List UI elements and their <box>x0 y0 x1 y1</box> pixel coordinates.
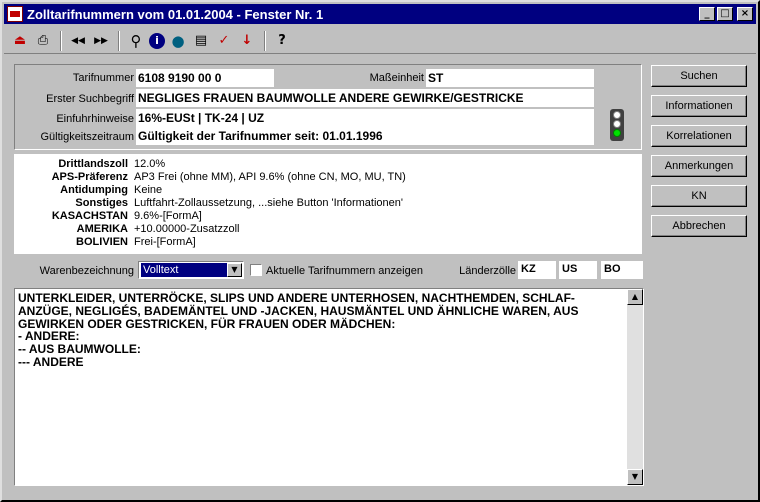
traffic-light-icon <box>610 109 624 141</box>
duty-row: KASACHSTAN 9.6%-[FormA] <box>14 210 202 223</box>
korrelationen-button[interactable]: Korrelationen <box>651 125 747 147</box>
globe-icon[interactable]: ● <box>168 31 188 51</box>
duty-label: Sonstiges <box>75 197 128 209</box>
duty-value: Keine <box>134 184 163 196</box>
duty-row: Drittlandszoll 12.0% <box>14 158 165 171</box>
duty-row: Sonstiges Luftfahrt-Zollaussetzung, ...s… <box>14 197 403 210</box>
duty-value: AP3 Frei (ohne MM), API 9.6% (ohne CN, M… <box>134 171 406 183</box>
scroll-down-icon[interactable]: ▼ <box>627 469 643 485</box>
duties-panel: Drittlandszoll 12.0% APS-Präferenz AP3 F… <box>14 154 642 254</box>
aktuelle-tarifnummern-checkbox[interactable] <box>250 264 262 276</box>
country-field-bo[interactable]: BO <box>601 261 643 279</box>
close-button[interactable]: × <box>737 7 753 21</box>
einfuhr-field[interactable]: 16%-EUSt | TK-24 | UZ <box>136 109 594 127</box>
suchen-button[interactable]: Suchen <box>651 65 747 87</box>
duty-row: AMERIKA +10.00000-Zusatzzoll <box>14 223 240 236</box>
spellcheck-icon[interactable]: ✓ <box>214 31 234 51</box>
tarifnummer-field[interactable]: 6108 9190 00 0 <box>136 69 274 87</box>
duty-row: APS-Präferenz AP3 Frei (ohne MM), API 9.… <box>14 171 406 184</box>
description-textarea[interactable]: UNTERKLEIDER, UNTERRÖCKE, SLIPS UND ANDE… <box>14 288 644 486</box>
duty-row: Antidumping Keine <box>14 184 162 197</box>
duty-label: Drittlandszoll <box>58 158 128 170</box>
gueltig-field[interactable]: Gültigkeit der Tarifnummer seit: 01.01.1… <box>136 127 594 145</box>
comment-icon[interactable]: ▤ <box>191 31 211 51</box>
masseinheit-label: Maßeinheit <box>369 72 424 84</box>
warenbezeichnung-label: Warenbezeichnung <box>39 265 134 277</box>
laenderzoelle-label: Länderzölle <box>459 265 516 277</box>
duty-value: +10.00000-Zusatzzoll <box>134 223 240 235</box>
print-icon[interactable]: ⎙ <box>33 31 53 51</box>
toolbar: ⏏ ⎙ ◀◀ ▶▶ ⚲ i ● ▤ ✓ ↓ ? <box>4 28 756 54</box>
traffic-lamp-icon <box>613 129 621 137</box>
chevron-down-icon[interactable]: ▼ <box>227 263 242 277</box>
warenbezeichnung-select[interactable]: Volltext ▼ <box>138 261 244 279</box>
forward-icon[interactable]: ▶▶ <box>91 31 111 51</box>
country-field-us[interactable]: US <box>559 261 597 279</box>
traffic-lamp-icon <box>613 111 621 119</box>
duty-label: APS-Präferenz <box>51 171 128 183</box>
suchbegriff-field[interactable]: NEGLIGES FRAUEN BAUMWOLLE ANDERE GEWIRKE… <box>136 89 594 107</box>
toolbar-separator <box>118 30 120 51</box>
back-icon[interactable]: ◀◀ <box>68 31 88 51</box>
anmerkungen-button[interactable]: Anmerkungen <box>651 155 747 177</box>
toolbar-separator <box>264 30 266 51</box>
duty-label: BOLIVIEN <box>76 236 128 248</box>
masseinheit-field[interactable]: ST <box>426 69 594 87</box>
country-field-kz[interactable]: KZ <box>518 261 556 279</box>
duty-label: AMERIKA <box>76 223 128 235</box>
duty-label: KASACHSTAN <box>51 210 128 222</box>
import-icon[interactable]: ⏏ <box>10 31 30 51</box>
duty-value: Luftfahrt-Zollaussetzung, ...siehe Butto… <box>134 197 403 209</box>
help-icon[interactable]: ? <box>272 31 292 51</box>
title-bar[interactable]: Zolltarifnummern vom 01.01.2004 - Fenste… <box>4 4 756 24</box>
duty-value: Frei-[FormA] <box>134 236 196 248</box>
maximize-button[interactable]: □ <box>717 7 733 21</box>
abbrechen-button[interactable]: Abbrechen <box>651 215 747 237</box>
sort-icon[interactable]: ↓ <box>237 31 257 51</box>
checkbox-label[interactable]: Aktuelle Tarifnummern anzeigen <box>266 265 423 277</box>
duty-value: 12.0% <box>134 158 166 170</box>
tarifnummer-label: Tarifnummer <box>72 72 134 84</box>
search-icon[interactable]: ⚲ <box>126 31 146 51</box>
duty-label: Antidumping <box>60 184 128 196</box>
kn-button[interactable]: KN <box>651 185 747 207</box>
duty-row: BOLIVIEN Frei-[FormA] <box>14 236 196 249</box>
description-text[interactable]: UNTERKLEIDER, UNTERRÖCKE, SLIPS UND ANDE… <box>18 292 626 369</box>
traffic-lamp-icon <box>613 120 621 128</box>
app-icon[interactable] <box>7 6 23 22</box>
minimize-button[interactable]: _ <box>699 7 715 21</box>
toolbar-separator <box>60 30 62 51</box>
einfuhr-label: Einfuhrhinweise <box>56 113 134 125</box>
vertical-scrollbar[interactable]: ▲ ▼ <box>627 289 643 485</box>
gueltig-label: Gültigkeitszeitraum <box>40 131 134 143</box>
select-value: Volltext <box>141 263 227 277</box>
scroll-up-icon[interactable]: ▲ <box>627 289 643 305</box>
suchbegriff-label: Erster Suchbegriff <box>46 93 134 105</box>
duty-value: 9.6%-[FormA] <box>134 210 202 222</box>
window-title: Zolltarifnummern vom 01.01.2004 - Fenste… <box>27 6 324 22</box>
info-icon[interactable]: i <box>149 32 165 49</box>
informationen-button[interactable]: Informationen <box>651 95 747 117</box>
main-window: Zolltarifnummern vom 01.01.2004 - Fenste… <box>0 0 760 502</box>
